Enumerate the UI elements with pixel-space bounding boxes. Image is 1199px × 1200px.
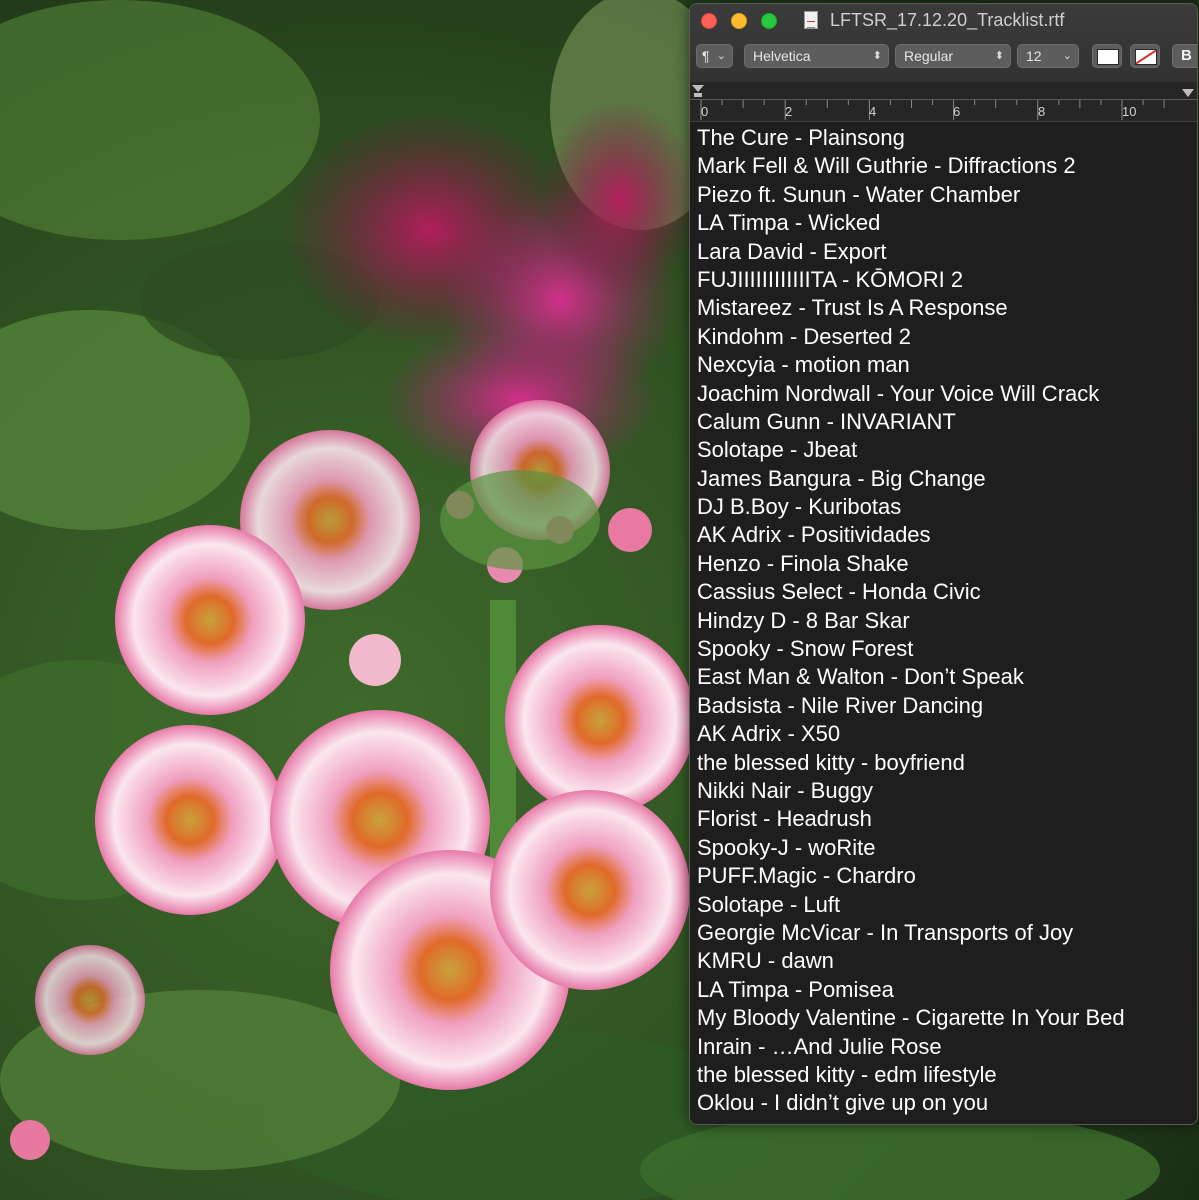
text-line: Lara David - Export	[697, 238, 887, 264]
text-line: Piezo ft. Sunun - Water Chamber	[697, 181, 1021, 207]
text-line: AK Adrix - X50	[697, 721, 841, 747]
text-line: FUJIIIIIIIIIIIITA - KŌMORI 2	[697, 266, 964, 292]
text-line: Kindohm - Deserted 2	[697, 323, 911, 349]
document-text-area[interactable]: The Cure - Plainsong Mark Fell & Will Gut…	[690, 122, 1197, 1124]
tracklist: The Cure - Plainsong Mark Fell & Will Gut…	[697, 124, 1125, 1118]
text-line: East Man & Walton - Don’t Speak	[697, 664, 1024, 690]
text-line: Oklou - I didn’t give up on you	[697, 1090, 989, 1116]
background-color-well[interactable]	[1130, 44, 1160, 68]
text-line: Joachim Nordwall - Your Voice Will Crack	[697, 380, 1100, 406]
text-line: Badsista - Nile River Dancing	[697, 692, 984, 718]
text-line: Nikki Nair - Buggy	[697, 777, 874, 803]
rtf-document-icon[interactable]	[804, 11, 818, 29]
up-down-chevron-icon: ⬍	[872, 50, 882, 62]
font-family-popup[interactable]: Helvetica ⬍	[744, 44, 889, 68]
text-line: James Bangura - Big Change	[697, 465, 986, 491]
ruler-label: 8	[1038, 104, 1046, 119]
chevron-down-icon: ⌄	[716, 50, 726, 62]
zoom-window-button[interactable]	[761, 13, 777, 29]
text-line: Georgie McVicar - In Transports of Joy	[697, 919, 1074, 945]
textedit-window: LFTSR_17.12.20_Tracklist.rtf ¶ ⌄ Helveti…	[689, 3, 1198, 1125]
close-window-button[interactable]	[701, 13, 717, 29]
text-line: Hindzy D - 8 Bar Skar	[697, 607, 910, 633]
text-line: Henzo - Finola Shake	[697, 550, 909, 576]
text-line: KMRU - dawn	[697, 948, 834, 974]
font-size-combo[interactable]: 12 ⌄	[1017, 44, 1079, 68]
text-line: LA Timpa - Pomisea	[697, 976, 894, 1002]
text-line: AK Adrix - Positividades	[697, 522, 931, 548]
ruler[interactable]: 0 2 4 6 8 10	[690, 82, 1197, 122]
text-line: DJ B.Boy - Kuribotas	[697, 494, 902, 520]
text-line: Calum Gunn - INVARIANT	[697, 408, 956, 434]
text-color-well[interactable]	[1092, 44, 1122, 68]
window-title: LFTSR_17.12.20_Tracklist.rtf	[830, 10, 1065, 30]
text-line: My Bloody Valentine - Cigarette In Your …	[697, 1005, 1125, 1031]
text-line: LA Timpa - Wicked	[697, 210, 881, 236]
ruler-label: 2	[785, 104, 793, 119]
minimize-window-button[interactable]	[731, 13, 747, 29]
text-line: PUFF.Magic - Chardro	[697, 863, 916, 889]
text-line: the blessed kitty - boyfriend	[697, 749, 965, 775]
text-line: the blessed kitty - edm lifestyle	[697, 1061, 997, 1087]
bold-button[interactable]: B	[1172, 44, 1197, 68]
text-line: Mistareez - Trust Is A Response	[697, 295, 1008, 321]
text-line: Nexcyia - motion man	[697, 352, 910, 378]
text-line: Solotape - Jbeat	[697, 437, 858, 463]
text-line: Inrain - …And Julie Rose	[697, 1033, 942, 1059]
up-down-chevron-icon: ⬍	[994, 50, 1004, 62]
no-color-swatch-icon	[1135, 49, 1157, 65]
text-line: Spooky - Snow Forest	[697, 636, 914, 662]
paragraph-style-value: ¶	[702, 48, 710, 64]
paragraph-style-popup[interactable]: ¶ ⌄	[696, 44, 733, 68]
font-style-value: Regular	[904, 48, 954, 64]
text-line: Solotape - Luft	[697, 891, 841, 917]
ruler-label: 10	[1122, 104, 1137, 119]
title-bar[interactable]: LFTSR_17.12.20_Tracklist.rtf ¶ ⌄ Helveti…	[690, 4, 1197, 83]
ruler-label: 0	[701, 104, 709, 119]
text-color-swatch	[1097, 49, 1119, 65]
font-family-value: Helvetica	[753, 48, 811, 64]
font-style-popup[interactable]: Regular ⬍	[895, 44, 1011, 68]
font-size-value: 12	[1026, 48, 1042, 64]
ruler-label: 6	[953, 104, 961, 119]
ruler-ticks	[690, 99, 1197, 120]
ruler-label: 4	[869, 104, 877, 119]
text-line: Cassius Select - Honda Civic	[697, 579, 981, 605]
text-line: The Cure - Plainsong	[697, 125, 905, 150]
text-line: Florist - Headrush	[697, 806, 872, 832]
text-line: Spooky-J - woRite	[697, 834, 876, 860]
chevron-down-icon: ⌄	[1062, 50, 1072, 62]
text-line: Mark Fell & Will Guthrie - Diffractions …	[697, 153, 1076, 179]
